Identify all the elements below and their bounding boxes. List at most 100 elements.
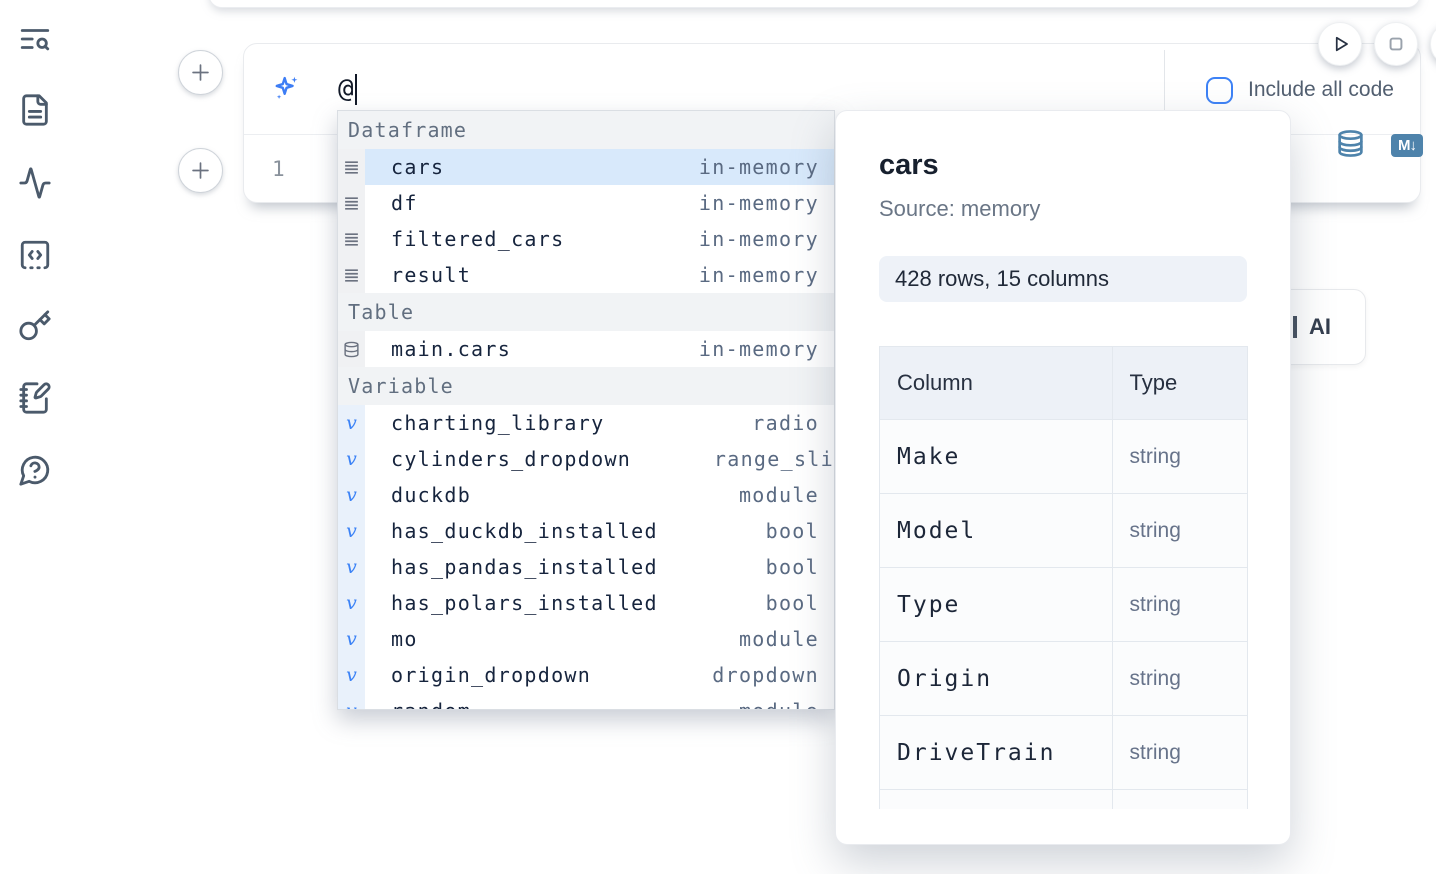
line-number: 1 [272,157,285,181]
variable-icon: v [338,477,365,513]
markdown-convert-icon[interactable]: M↓ [1391,134,1423,157]
file-text-icon[interactable] [18,93,52,127]
item-name: has_pandas_installed [391,555,658,579]
table-row: Model string [880,494,1248,568]
text-search-icon[interactable] [18,22,52,56]
include-all-code-checkbox[interactable] [1206,77,1233,104]
completion-item-mo[interactable]: v momodule [338,621,834,657]
item-type: module [739,627,834,651]
variable-icon: v [338,585,365,621]
completion-item-main-cars[interactable]: main.carsin-memory [338,331,834,367]
variable-icon: v [338,441,365,477]
dataframe-rows-icon [338,185,365,221]
add-cell-below-button[interactable] [178,148,223,193]
completion-item-clipped[interactable]: v random module [338,693,834,710]
add-cell-above-button[interactable] [178,50,223,95]
item-type: in-memory [699,263,834,287]
activity-icon[interactable] [18,166,52,200]
preview-columns-table: Column Type Make string Model string Typ… [879,346,1248,809]
column-type-cell: string [1112,420,1247,494]
item-type: in-memory [699,191,834,215]
item-name: duckdb [391,483,471,507]
clipped-letter [1293,316,1297,338]
help-chat-icon[interactable] [18,453,52,487]
item-type: bool [766,519,834,543]
item-type: range_slider [714,447,835,471]
completion-item-charting-library[interactable]: v charting_library radio [338,405,834,441]
column-name-cell: DriveTrain [880,716,1113,790]
item-type: module [739,483,834,507]
item-type: dropdown [712,663,834,687]
column-type-cell: string [1112,642,1247,716]
table-row-partial [880,790,1248,810]
include-all-code-label: Include all code [1248,78,1394,102]
item-name: charting_library [391,411,604,435]
variable-icon: v [338,549,365,585]
variable-icon: v [338,405,365,441]
autocomplete-dropdown: Dataframe cars in-memory df in-memory filt… [337,110,835,710]
column-type-cell: string [1112,494,1247,568]
ai-prompt-input[interactable]: @ [338,74,357,105]
item-name: random [391,699,471,710]
section-header-variable: Variable [338,367,834,405]
dataframe-rows-icon [338,257,365,293]
play-icon [1327,31,1353,57]
preview-columns-table-wrap: Column Type Make string Model string Typ… [879,346,1249,809]
table-row: Type string [880,568,1248,642]
stop-cell-button[interactable] [1374,22,1418,66]
item-name: has_duckdb_installed [391,519,658,543]
type-header: Type [1112,347,1247,420]
item-type: in-memory [699,337,834,361]
previous-cell-partial [208,0,1421,8]
item-type: radio [752,411,834,435]
completion-item-has-polars-installed[interactable]: v has_polars_installed bool [338,585,834,621]
preview-source: Source: memory [879,196,1290,222]
plus-icon [192,64,209,81]
item-type: module [739,699,834,710]
completion-item-cylinders-dropdown[interactable]: v cylinders_dropdownrange_slider [338,441,834,477]
item-name: df [391,191,418,215]
column-name-cell: Make [880,420,1113,494]
section-header-dataframe: Dataframe [338,111,834,149]
column-header: Column [880,347,1113,420]
key-icon[interactable] [18,309,52,343]
item-name: origin_dropdown [391,663,591,687]
item-type: in-memory [699,155,834,179]
preview-shape-badge: 428 rows, 15 columns [879,256,1247,302]
code-snippets-icon[interactable] [18,238,52,272]
item-type: bool [766,591,834,615]
table-header-row: Column Type [880,347,1248,420]
completion-item-result[interactable]: resultin-memory [338,257,834,293]
column-name-cell: Type [880,568,1113,642]
datasource-database-icon[interactable] [1336,129,1365,158]
item-name: filtered_cars [391,227,564,251]
column-name-cell: Origin [880,642,1113,716]
item-name: has_polars_installed [391,591,658,615]
completion-item-origin-dropdown[interactable]: v origin_dropdown dropdown [338,657,834,693]
table-row: Origin string [880,642,1248,716]
table-database-icon [338,331,365,367]
completion-item-cars[interactable]: cars in-memory [338,149,834,185]
completion-item-duckdb[interactable]: v duckdb module [338,477,834,513]
column-name-cell: Model [880,494,1113,568]
scratchpad-icon[interactable] [18,381,52,415]
completion-item-has-duckdb-installed[interactable]: v has_duckdb_installed bool [338,513,834,549]
item-name: cars [391,155,444,179]
table-row: Make string [880,420,1248,494]
variable-icon: v [338,513,365,549]
preview-title: cars [879,149,1290,182]
completion-item-filtered-cars[interactable]: filtered_cars in-memory [338,221,834,257]
sparkles-ai-icon [270,73,302,105]
ai-prompt-value: @ [338,74,354,104]
completion-item-df[interactable]: df in-memory [338,185,834,221]
table-row: DriveTrain string [880,716,1248,790]
item-type: in-memory [699,227,834,251]
column-type-cell: string [1112,716,1247,790]
completion-item-has-pandas-installed[interactable]: v has_pandas_installedbool [338,549,834,585]
run-cell-button[interactable] [1318,22,1362,66]
dataframe-rows-icon [338,149,365,185]
extra-run-control-button[interactable] [1430,22,1436,66]
variable-icon: v [338,693,365,710]
item-name: mo [391,627,418,651]
variable-icon: v [338,657,365,693]
